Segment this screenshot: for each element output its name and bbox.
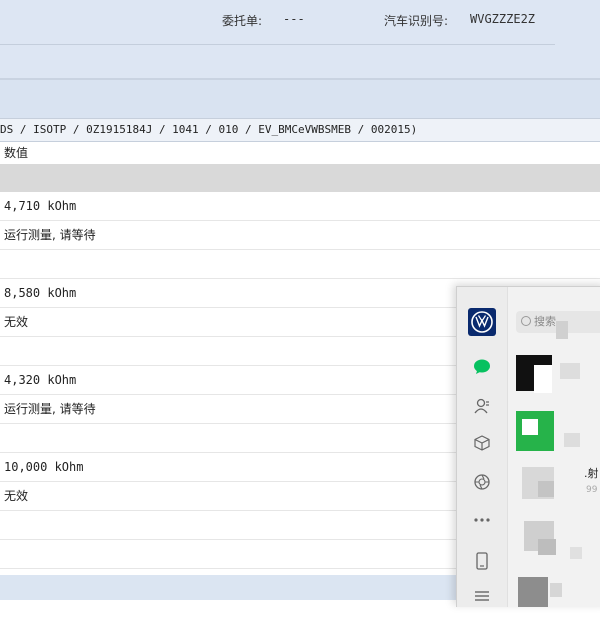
blurred-area — [534, 365, 552, 393]
chat-item-title: .射 — [584, 467, 599, 480]
table-separator — [0, 164, 600, 192]
blurred-area — [570, 547, 582, 559]
table-row[interactable]: 4,710 kOhm — [0, 192, 600, 221]
breadcrumb-text: DS / ISOTP / 0Z1915184J / 1041 / 010 / E… — [0, 123, 418, 136]
chat-list-item[interactable] — [508, 573, 600, 631]
order-label: 委托单: — [222, 14, 263, 28]
aperture-icon[interactable] — [470, 470, 494, 494]
cell-value: 4,320 kOhm — [4, 373, 77, 387]
blurred-area — [538, 481, 554, 497]
menu-icon[interactable] — [470, 584, 494, 608]
blurred-area — [538, 539, 556, 555]
search-placeholder: 搜索 — [534, 315, 556, 328]
chat-bubble-icon[interactable] — [470, 355, 494, 379]
vin-label: 汽车识别号: — [384, 14, 449, 28]
chat-list-item[interactable] — [508, 519, 600, 577]
blurred-area — [550, 583, 562, 597]
chat-list-item[interactable]: .射 99 — [508, 463, 600, 521]
header-divider — [0, 44, 555, 45]
cell-value: 运行测量, 请等待 — [4, 228, 96, 242]
chat-list-item[interactable] — [508, 407, 600, 465]
cell-value: 无效 — [4, 315, 29, 329]
unread-count: 99 — [586, 485, 598, 495]
header-bar: 委托单: --- 汽车识别号: WVGZZZE2Z — [0, 0, 600, 80]
chat-list: 搜索 .射 99 — [508, 287, 600, 607]
search-icon — [521, 316, 531, 326]
avatar — [518, 577, 548, 607]
table-header: 数值 — [0, 142, 600, 164]
cell-value: 4,710 kOhm — [4, 199, 77, 213]
blurred-area — [560, 363, 580, 379]
more-icon[interactable] — [470, 508, 494, 532]
vw-logo-icon[interactable] — [468, 308, 496, 336]
order-value: --- — [283, 12, 305, 26]
cell-value: 10,000 kOhm — [4, 460, 84, 474]
contacts-icon[interactable] — [470, 394, 494, 418]
phone-icon[interactable] — [470, 549, 494, 573]
avatar-detail — [522, 419, 538, 435]
breadcrumb: DS / ISOTP / 0Z1915184J / 1041 / 010 / E… — [0, 118, 600, 142]
chat-sidebar — [457, 287, 508, 607]
toolbar-band — [0, 80, 600, 118]
table-row[interactable]: 运行测量, 请等待 — [0, 221, 600, 250]
column-header-value: 数值 — [4, 146, 29, 160]
blurred-area — [556, 321, 568, 339]
cell-value: 运行测量, 请等待 — [4, 402, 96, 416]
box-icon[interactable] — [470, 431, 494, 455]
cell-value: 无效 — [4, 489, 29, 503]
vin-value: WVGZZZE2Z — [470, 12, 536, 26]
blurred-area — [564, 433, 580, 447]
chat-list-item[interactable] — [508, 347, 600, 405]
chat-window[interactable]: 搜索 .射 99 — [456, 286, 600, 607]
table-row[interactable] — [0, 250, 600, 279]
cell-value: 8,580 kOhm — [4, 286, 77, 300]
